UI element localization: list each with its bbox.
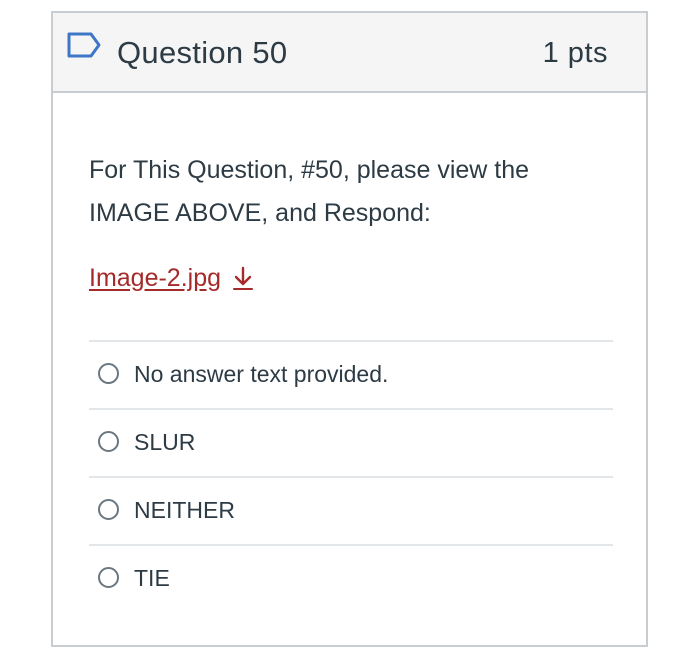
- question-points: 1 pts: [542, 37, 608, 69]
- radio-button[interactable]: [98, 499, 119, 520]
- answer-label: No answer text provided.: [134, 361, 389, 387]
- answer-label: SLUR: [134, 429, 196, 455]
- radio-button[interactable]: [98, 363, 119, 384]
- answer-option[interactable]: SLUR: [89, 410, 613, 478]
- answer-option[interactable]: No answer text provided.: [89, 342, 613, 410]
- attachment: Image-2.jpg: [89, 261, 255, 295]
- answer-option[interactable]: NEITHER: [89, 478, 613, 546]
- question-title: Question 50: [117, 35, 288, 70]
- flag-bookmark-icon[interactable]: [65, 30, 105, 62]
- question-card: Question 50 1 pts For This Question, #50…: [51, 11, 648, 647]
- answer-list: No answer text provided. SLUR NEITHER TI…: [89, 340, 613, 612]
- answer-label: TIE: [134, 565, 170, 591]
- radio-button[interactable]: [98, 567, 119, 588]
- attachment-link[interactable]: Image-2.jpg: [89, 264, 221, 293]
- answer-label: NEITHER: [134, 497, 235, 523]
- download-arrow-icon[interactable]: [231, 265, 255, 291]
- question-header: Question 50 1 pts: [53, 13, 646, 93]
- radio-button[interactable]: [98, 431, 119, 452]
- question-text: For This Question, #50, please view the …: [89, 156, 530, 227]
- answer-option[interactable]: TIE: [89, 546, 613, 612]
